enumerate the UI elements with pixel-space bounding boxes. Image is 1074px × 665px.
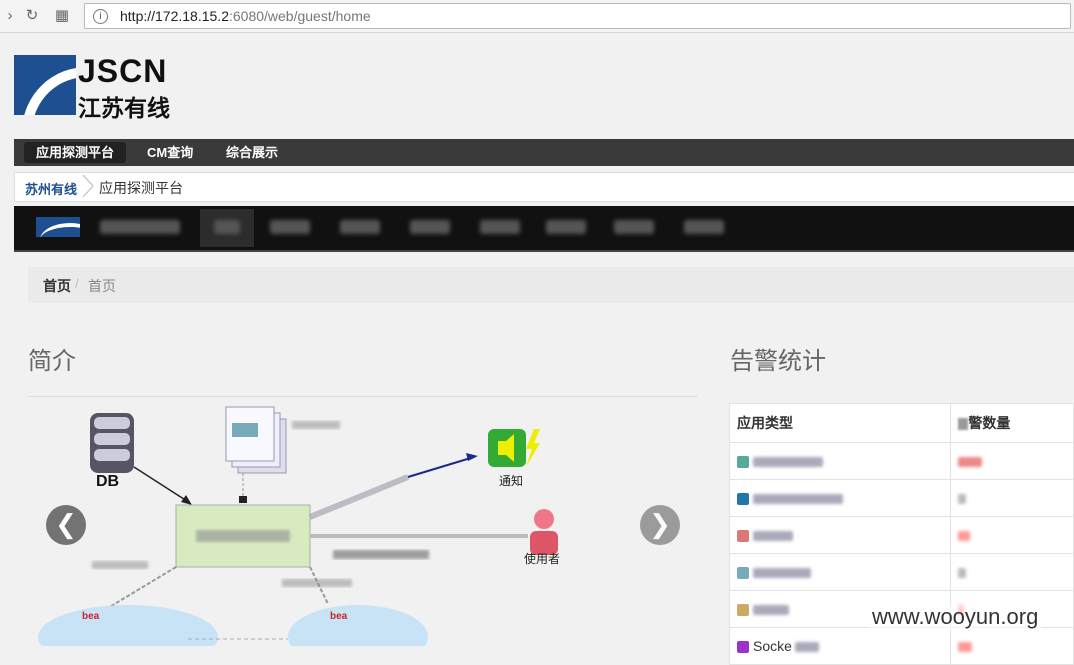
app-type-cell[interactable]: Socke xyxy=(728,627,952,665)
page: JSCN 江苏有线 应用探测平台 CM查询 综合展示 苏州有线 应用探测平台 首… xyxy=(0,33,1074,665)
alert-stats-heading: 告警统计 xyxy=(730,348,826,375)
top-menu-bar: 应用探测平台 CM查询 综合展示 xyxy=(14,139,1074,166)
address-bar[interactable]: i http://172.18.15.2:6080/web/guest/home xyxy=(84,3,1071,29)
content-breadcrumb-current: 首页 xyxy=(88,278,116,294)
app-navbar xyxy=(14,206,1074,252)
app-type-icon xyxy=(737,456,749,469)
alert-count-blurred xyxy=(958,568,967,579)
app-type-cell[interactable] xyxy=(728,516,952,554)
alert-count-cell xyxy=(950,553,1074,591)
app-type-label: Socke xyxy=(753,638,792,654)
alert-count-cell xyxy=(950,627,1074,665)
app-type-icon xyxy=(737,530,749,543)
apps-grid-icon[interactable]: ▦ xyxy=(52,6,72,26)
bea-label-2: bea xyxy=(330,611,348,622)
app-type-icon xyxy=(737,641,749,654)
url-text: http://172.18.15.2:6080/web/guest/home xyxy=(120,8,371,24)
navbar-item-8[interactable] xyxy=(684,220,724,234)
alert-count-blurred xyxy=(958,531,971,542)
divider xyxy=(28,396,698,397)
document-stack-icon xyxy=(225,406,287,474)
content-breadcrumb-separator: / xyxy=(75,276,79,291)
navbar-logo-icon[interactable] xyxy=(36,217,80,237)
navbar-item-6[interactable] xyxy=(546,220,586,234)
table-row[interactable] xyxy=(728,442,1074,480)
app-type-cell[interactable] xyxy=(728,479,952,517)
user-icon xyxy=(530,509,558,555)
column-header-app-type[interactable]: 应用类型 xyxy=(728,403,952,443)
alert-count-blurred xyxy=(958,457,983,468)
table-row[interactable] xyxy=(728,553,1074,591)
app-type-label-blurred xyxy=(753,531,793,542)
menu-item-cm-query[interactable]: CM查询 xyxy=(135,139,205,166)
alert-count-blurred xyxy=(958,642,973,653)
architecture-diagram: DB 通知 使用者 bea bea xyxy=(28,399,698,646)
navbar-brand-blurred[interactable] xyxy=(100,220,180,234)
logo-text-cn: 江苏有线 xyxy=(78,95,170,121)
app-type-icon xyxy=(737,604,749,617)
navbar-item-3[interactable] xyxy=(340,220,380,234)
carousel-prev-button[interactable]: ❮ xyxy=(46,505,86,545)
table-row[interactable] xyxy=(728,479,1074,517)
menu-item-overview[interactable]: 综合展示 xyxy=(214,139,290,166)
site-info-icon[interactable]: i xyxy=(93,9,108,24)
navbar-item-7[interactable] xyxy=(614,220,654,234)
app-type-label-blurred xyxy=(753,457,823,468)
app-type-label-blurred xyxy=(753,568,811,579)
alert-count-blurred xyxy=(958,494,967,505)
logo-text-en: JSCN xyxy=(78,53,168,89)
breadcrumb-root[interactable]: 苏州有线 xyxy=(25,179,77,198)
app-type-cell[interactable] xyxy=(728,442,952,480)
content-breadcrumb: 首页 / 首页 xyxy=(28,267,1074,303)
watermark: www.wooyun.org xyxy=(868,604,1043,630)
alert-count-cell xyxy=(950,479,1074,517)
browser-toolbar: › ↻ ▦ i http://172.18.15.2:6080/web/gues… xyxy=(0,0,1074,33)
table-header-row: 应用类型 警数量 xyxy=(728,403,1074,443)
app-type-icon xyxy=(737,493,749,506)
table-row[interactable] xyxy=(728,516,1074,554)
navbar-item-2[interactable] xyxy=(270,220,310,234)
app-type-icon xyxy=(737,567,749,580)
logo-mark-icon xyxy=(14,55,76,115)
jscn-logo: JSCN 江苏有线 xyxy=(14,53,184,121)
forward-icon[interactable]: › xyxy=(0,6,20,26)
bea-label-1: bea xyxy=(82,611,100,622)
db-label: DB xyxy=(96,473,119,490)
table-row[interactable]: Socke xyxy=(728,627,1074,665)
content-breadcrumb-home[interactable]: 首页 xyxy=(43,276,71,296)
chevron-right-icon xyxy=(82,175,95,197)
user-label: 使用者 xyxy=(524,551,560,566)
alert-count-cell xyxy=(950,516,1074,554)
column-header-alert-count[interactable]: 警数量 xyxy=(950,403,1074,443)
db-icon xyxy=(90,413,134,473)
navbar-item-1[interactable] xyxy=(214,220,240,234)
app-type-label-blurred xyxy=(753,494,843,505)
intro-heading: 简介 xyxy=(28,348,76,375)
app-type-label-blurred xyxy=(753,605,789,616)
app-type-cell[interactable] xyxy=(728,553,952,591)
notify-label: 通知 xyxy=(499,474,523,488)
breadcrumb: 苏州有线 应用探测平台 xyxy=(14,172,1074,202)
carousel-next-button[interactable]: ❯ xyxy=(640,505,680,545)
navbar-item-5[interactable] xyxy=(480,220,520,234)
navbar-item-4[interactable] xyxy=(410,220,450,234)
reload-icon[interactable]: ↻ xyxy=(22,6,42,26)
alert-count-cell xyxy=(950,442,1074,480)
speaker-alert-icon xyxy=(488,429,540,467)
breadcrumb-current: 应用探测平台 xyxy=(99,180,183,196)
menu-item-probe-platform[interactable]: 应用探测平台 xyxy=(24,142,127,163)
